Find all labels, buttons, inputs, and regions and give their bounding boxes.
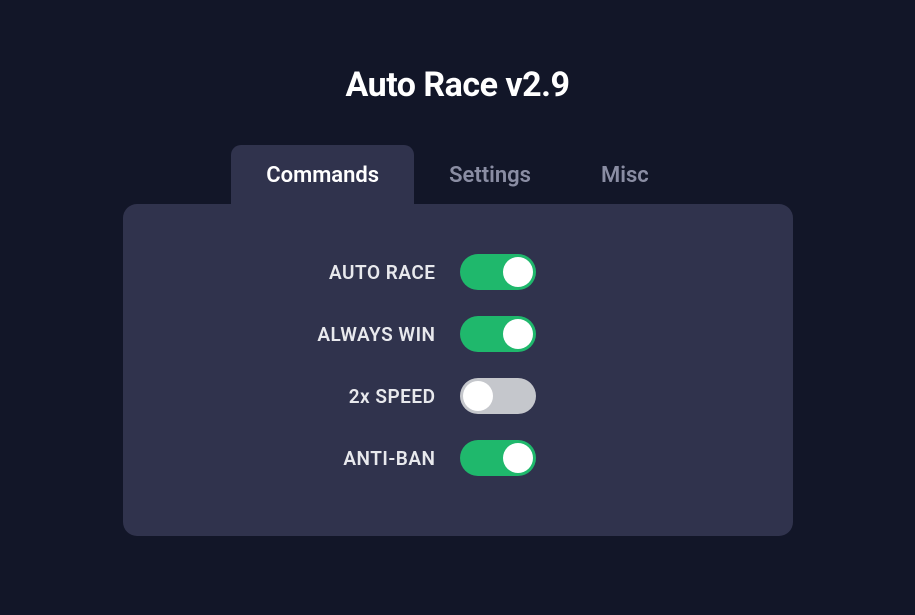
option-label: AUTO RACE [190, 261, 460, 284]
toggle-knob [503, 443, 533, 473]
option-label: 2x SPEED [190, 385, 460, 408]
tab-misc[interactable]: Misc [566, 145, 684, 206]
toggle-knob [463, 381, 493, 411]
toggle-2x-speed[interactable] [460, 378, 536, 414]
option-row-auto-race: AUTO RACE [163, 254, 753, 290]
toggle-knob [503, 319, 533, 349]
toggle-anti-ban[interactable] [460, 440, 536, 476]
tab-commands[interactable]: Commands [231, 145, 414, 206]
option-label: ANTI-BAN [190, 447, 460, 470]
option-row-2x-speed: 2x SPEED [163, 378, 753, 414]
toggle-always-win[interactable] [460, 316, 536, 352]
tab-bar: Commands Settings Misc [231, 145, 684, 206]
options-list: AUTO RACE ALWAYS WIN 2x SPEED ANTI-BAN [163, 254, 753, 476]
option-row-always-win: ALWAYS WIN [163, 316, 753, 352]
option-label: ALWAYS WIN [190, 323, 460, 346]
toggle-auto-race[interactable] [460, 254, 536, 290]
tab-settings[interactable]: Settings [414, 145, 566, 206]
panel-commands: AUTO RACE ALWAYS WIN 2x SPEED ANTI-BAN [123, 204, 793, 536]
option-row-anti-ban: ANTI-BAN [163, 440, 753, 476]
page-title: Auto Race v2.9 [346, 65, 570, 105]
toggle-knob [503, 257, 533, 287]
